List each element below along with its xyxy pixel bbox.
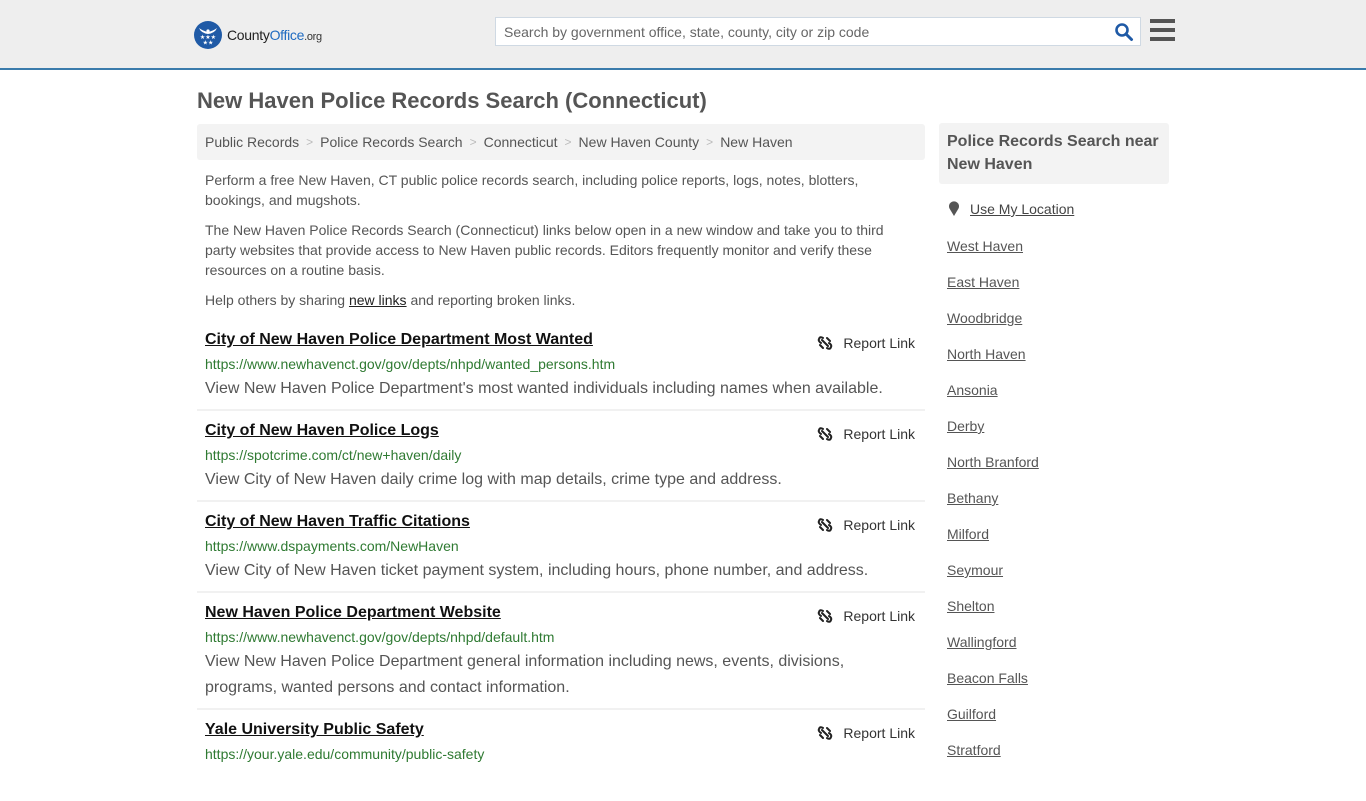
result-description: View City of New Haven daily crime log w… (205, 471, 782, 488)
breadcrumb-public-records[interactable]: Public Records (205, 134, 299, 150)
broken-link-icon (818, 518, 833, 532)
result-url[interactable]: https://www.dspayments.com/NewHaven (205, 538, 459, 554)
result-item: New Haven Police Department Website Repo… (197, 604, 925, 710)
report-link-button[interactable]: Report Link (817, 335, 915, 351)
logo-office: Office (269, 27, 305, 43)
breadcrumb-separator: > (706, 135, 714, 149)
logo-county: County (227, 27, 270, 43)
new-links-link[interactable]: new links (349, 292, 407, 308)
report-link-button[interactable]: Report Link (817, 426, 915, 442)
broken-link-icon (818, 336, 833, 350)
eagle-stars-icon: ★★★ ★★ (194, 21, 222, 49)
report-link-button[interactable]: Report Link (817, 725, 915, 741)
search-icon (1115, 23, 1133, 41)
hamburger-menu-icon[interactable] (1150, 19, 1175, 41)
nearby-city-link[interactable]: Milford (947, 526, 989, 542)
page-title: New Haven Police Records Search (Connect… (197, 88, 707, 113)
result-title-link[interactable]: New Haven Police Department Website (205, 604, 501, 622)
result-description: View City of New Haven ticket payment sy… (205, 562, 869, 579)
breadcrumb-connecticut[interactable]: Connecticut (484, 134, 558, 150)
nearby-city-link[interactable]: Derby (947, 418, 984, 434)
site-logo[interactable]: ★★★ ★★ CountyOffice.org (194, 21, 322, 49)
report-link-button[interactable]: Report Link (817, 517, 915, 533)
breadcrumb-new-haven[interactable]: New Haven (720, 134, 792, 150)
breadcrumb: Public Records > Police Records Search >… (197, 124, 925, 160)
result-item: Yale University Public Safety Report Lin… (197, 721, 925, 801)
site-header: ★★★ ★★ CountyOffice.org (0, 0, 1366, 70)
result-url[interactable]: https://www.newhavenct.gov/gov/depts/nhp… (205, 629, 554, 645)
sidebar-heading: Police Records Search near New Haven (939, 123, 1169, 184)
result-url[interactable]: https://your.yale.edu/community/public-s… (205, 746, 484, 762)
nearby-city-link[interactable]: Stratford (947, 742, 1001, 758)
result-title-link[interactable]: City of New Haven Police Department Most… (205, 331, 593, 349)
result-item: City of New Haven Police Logs Report Lin… (197, 422, 925, 502)
logo-text: CountyOffice.org (227, 27, 322, 43)
nearby-city-link[interactable]: Wallingford (947, 634, 1017, 650)
nearby-city-link[interactable]: Beacon Falls (947, 670, 1028, 686)
nearby-city-link[interactable]: Bethany (947, 490, 998, 506)
nearby-city-link[interactable]: Guilford (947, 706, 996, 722)
report-link-label: Report Link (843, 608, 915, 624)
report-link-label: Report Link (843, 517, 915, 533)
breadcrumb-separator: > (469, 135, 477, 149)
map-pin-icon (949, 201, 959, 216)
intro-paragraph-1: Perform a free New Haven, CT public poli… (205, 172, 859, 208)
result-item: City of New Haven Traffic Citations Repo… (197, 513, 925, 593)
nearby-city-link[interactable]: West Haven (947, 238, 1023, 254)
intro-paragraph-3: Help others by sharing new links and rep… (205, 290, 905, 310)
nearby-city-link[interactable]: Shelton (947, 598, 994, 614)
report-link-label: Report Link (843, 426, 915, 442)
report-link-label: Report Link (843, 725, 915, 741)
result-title-link[interactable]: City of New Haven Police Logs (205, 422, 439, 440)
result-description: View New Haven Police Department general… (205, 653, 845, 696)
intro-text: and reporting broken links. (406, 292, 576, 308)
broken-link-icon (818, 609, 833, 623)
nearby-city-link[interactable]: Seymour (947, 562, 1003, 578)
nearby-city-link[interactable]: East Haven (947, 274, 1019, 290)
use-my-location: Use My Location (948, 201, 1074, 217)
nearby-city-link[interactable]: Ansonia (947, 382, 998, 398)
result-url[interactable]: https://spotcrime.com/ct/new+haven/daily (205, 447, 461, 463)
result-title-link[interactable]: Yale University Public Safety (205, 721, 424, 739)
result-title-link[interactable]: City of New Haven Traffic Citations (205, 513, 470, 531)
broken-link-icon (818, 427, 833, 441)
result-item: City of New Haven Police Department Most… (197, 331, 925, 411)
nearby-city-link[interactable]: North Branford (947, 454, 1039, 470)
breadcrumb-separator: > (564, 135, 572, 149)
result-url[interactable]: https://www.newhavenct.gov/gov/depts/nhp… (205, 356, 615, 372)
use-my-location-link[interactable]: Use My Location (970, 201, 1074, 217)
breadcrumb-separator: > (306, 135, 314, 149)
site-search (495, 17, 1141, 46)
breadcrumb-police-records-search[interactable]: Police Records Search (320, 134, 462, 150)
report-link-label: Report Link (843, 335, 915, 351)
search-input[interactable] (496, 18, 1106, 45)
logo-org: .org (304, 31, 322, 43)
svg-text:★★: ★★ (203, 40, 214, 46)
nearby-city-link[interactable]: Woodbridge (947, 310, 1022, 326)
intro-paragraph-2: The New Haven Police Records Search (Con… (205, 222, 884, 278)
intro-text: Help others by sharing (205, 292, 349, 308)
search-button[interactable] (1114, 22, 1134, 42)
result-description: View New Haven Police Department's most … (205, 380, 883, 397)
nearby-city-link[interactable]: North Haven (947, 346, 1026, 362)
breadcrumb-new-haven-county[interactable]: New Haven County (579, 134, 700, 150)
report-link-button[interactable]: Report Link (817, 608, 915, 624)
broken-link-icon (818, 726, 833, 740)
